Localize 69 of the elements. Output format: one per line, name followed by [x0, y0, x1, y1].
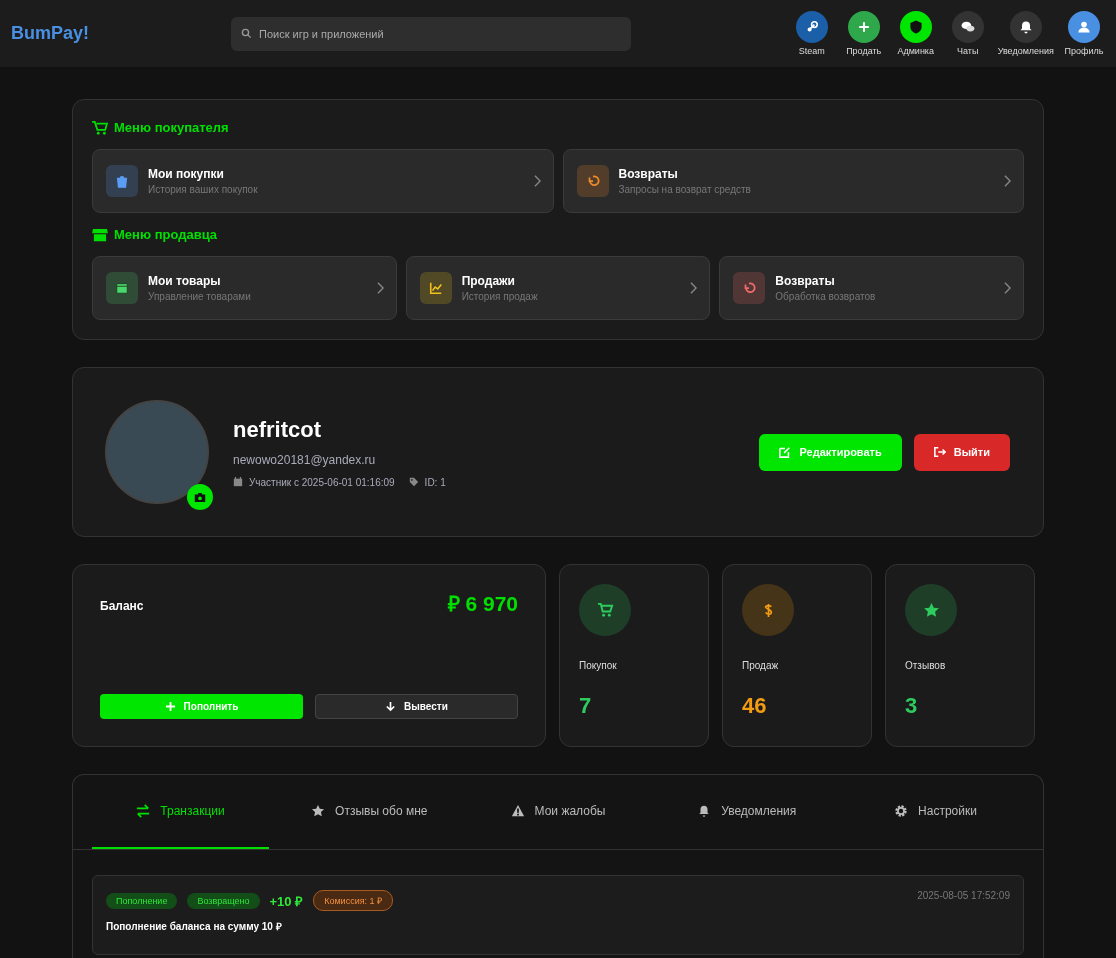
search-field[interactable]: Поиск игр и приложений	[231, 16, 631, 51]
menu-item-subtitle: Управление товарами	[148, 291, 252, 302]
type-badge: Пополнение	[106, 892, 178, 909]
menu-item-subtitle: История ваших покупок	[148, 184, 259, 195]
search-icon	[241, 27, 252, 39]
menu-item-title: Возвраты	[618, 167, 679, 181]
logout-button[interactable]: Выйти	[913, 433, 1010, 471]
balance-label: Баланс	[100, 599, 144, 613]
user-id: ID: 1	[424, 476, 446, 488]
menu-item-subtitle: Запросы на возврат средств	[618, 184, 752, 195]
tag-icon	[408, 477, 419, 487]
stat-value: 7	[579, 693, 592, 719]
menu-item[interactable]: Мои покупки История ваших покупок	[92, 149, 554, 213]
down-arrow-icon	[385, 701, 397, 712]
member-since: Участник с 2025-06-01 01:16:09	[249, 476, 395, 488]
balance-amount: ₽ 6 970	[447, 591, 518, 617]
camera-icon[interactable]	[187, 484, 213, 510]
stat-label: Продаж	[742, 660, 779, 671]
stat-value: 46	[742, 693, 767, 719]
warning-icon	[510, 804, 525, 818]
logout-icon	[933, 446, 946, 458]
withdraw-button[interactable]: Вывести	[315, 694, 518, 719]
settings-icon	[894, 804, 909, 818]
logo[interactable]: BumPay!	[11, 23, 231, 44]
menu-item-title: Возвраты	[775, 274, 836, 288]
chevron-icon	[533, 175, 541, 187]
stat-label: Покупок	[579, 660, 617, 671]
nav-item[interactable]: Уведомления	[997, 11, 1054, 56]
menu-item-subtitle: Обработка возвратов	[775, 291, 877, 302]
section-title: Меню продавца	[114, 227, 218, 242]
swap-arrows-icon	[136, 804, 151, 818]
email: newowo20181@yandex.ru	[233, 452, 377, 467]
edit-icon	[779, 446, 792, 458]
star-icon	[311, 804, 326, 818]
chevron-icon	[376, 282, 384, 294]
menu-item[interactable]: Возвраты Запросы на возврат средств	[562, 149, 1024, 213]
nav-item[interactable]: Админка	[893, 11, 938, 56]
menu-item-title: Продажи	[461, 274, 516, 288]
transaction-description: Пополнение баланса на сумму 10 ₽	[106, 920, 283, 933]
menu-item[interactable]: Мои товары Управление товарами	[92, 256, 397, 320]
nav-item[interactable]: Продать	[841, 11, 886, 56]
tab[interactable]: Отзывы обо мне	[280, 775, 458, 849]
calendar-icon	[233, 477, 243, 487]
store-icon	[92, 227, 108, 242]
stat-label: Отзывов	[905, 660, 946, 671]
cart-icon	[92, 120, 108, 135]
tab[interactable]: Настройки	[847, 775, 1024, 849]
username: nefritcot	[233, 416, 322, 443]
menu-item[interactable]: Возвраты Обработка возвратов	[719, 256, 1024, 320]
transaction-date: 2025-08-05 17:52:09	[917, 890, 1010, 901]
commission-badge: Комиссия: 1 ₽	[313, 890, 394, 911]
stat-value: 3	[905, 693, 918, 719]
chevron-icon	[690, 282, 698, 294]
menu-item-title: Мои покупки	[148, 167, 225, 181]
menu-item[interactable]: Продажи История продаж	[405, 256, 711, 320]
menu-item-subtitle: История продаж	[461, 291, 539, 302]
nav-item[interactable]: Steam	[789, 11, 834, 56]
tab[interactable]: Уведомления	[658, 775, 836, 849]
chevron-icon	[1004, 175, 1011, 187]
plus-icon	[164, 701, 176, 712]
nav-item[interactable]: Чаты	[945, 11, 990, 56]
section-title: Меню покупателя	[114, 120, 229, 135]
menu-item-title: Мои товары	[148, 274, 222, 288]
nav-item[interactable]: Профиль	[1062, 11, 1106, 56]
status-badge: Возвращено	[187, 892, 260, 909]
tab[interactable]: Мои жалобы	[469, 775, 647, 849]
tab[interactable]: Транзакции	[92, 775, 269, 849]
chevron-icon	[1004, 282, 1011, 294]
transaction-amount: +10 ₽	[269, 892, 304, 910]
